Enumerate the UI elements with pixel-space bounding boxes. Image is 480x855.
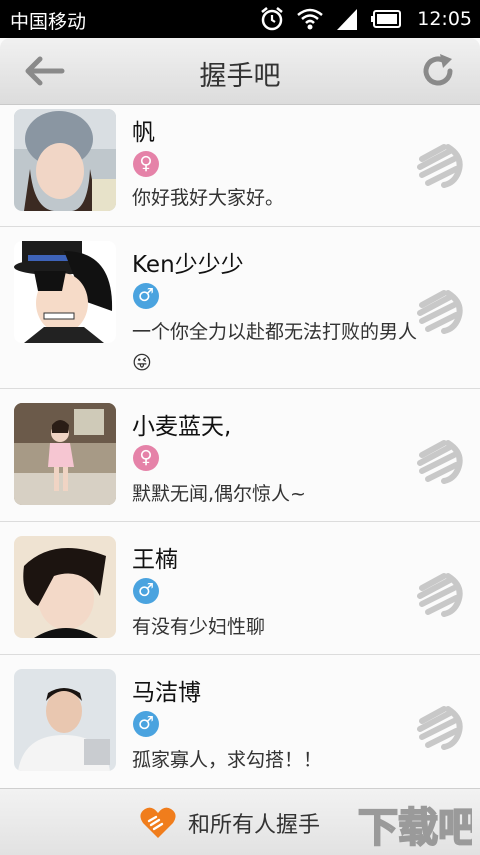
- clock: 12:05: [417, 8, 472, 30]
- alarm-icon: [261, 7, 284, 31]
- user-name: 小麦蓝天,: [132, 414, 232, 440]
- list-item[interactable]: Ken少少少 ♂ 一个你全力以赴都无法打败的男人😜: [0, 227, 480, 389]
- handshake-button[interactable]: [414, 433, 466, 485]
- status-icons: 12:05: [259, 4, 472, 34]
- list-item[interactable]: 马洁博 ♂ 孤家寡人，求勾搭！！: [0, 655, 480, 788]
- female-icon: ♀: [133, 445, 159, 471]
- signal-icon: [337, 9, 358, 30]
- user-name: 帆: [132, 120, 155, 146]
- user-signature: 孤家寡人，求勾搭！！: [132, 749, 323, 771]
- user-signature: 一个你全力以赴都无法打败的男人😜: [132, 321, 418, 374]
- user-signature: 有没有少妇性聊: [132, 616, 266, 638]
- avatar[interactable]: [14, 536, 116, 638]
- handshake-button[interactable]: [414, 566, 466, 618]
- svg-text:下载吧: 下载吧: [358, 805, 472, 851]
- user-name: 马洁博: [132, 680, 201, 706]
- wifi-icon: [297, 8, 324, 30]
- male-icon: ♂: [133, 283, 159, 309]
- handshake-button[interactable]: [414, 283, 466, 335]
- shake-all-label: 和所有人握手: [188, 813, 321, 838]
- avatar[interactable]: [14, 403, 116, 505]
- carrier-label: 中国移动: [10, 11, 87, 33]
- heart-handshake-icon: [140, 807, 176, 838]
- hand-icon: [417, 440, 463, 484]
- user-name: 王楠: [132, 547, 178, 573]
- watermark-logo: 下载吧: [357, 804, 472, 851]
- user-name: Ken少少少: [132, 252, 244, 278]
- title-bar: 握手吧: [0, 38, 480, 105]
- bottom-bar: 和所有人握手 下载吧: [0, 788, 480, 855]
- user-signature: 默默无闻,偶尔惊人~: [132, 483, 306, 505]
- handshake-button[interactable]: [414, 137, 466, 189]
- male-icon: ♂: [133, 578, 159, 604]
- list-item[interactable]: 王楠 ♂ 有没有少妇性聊: [0, 522, 480, 655]
- list-item[interactable]: 小麦蓝天, ♀ 默默无闻,偶尔惊人~: [0, 389, 480, 522]
- male-icon: ♂: [133, 711, 159, 737]
- female-icon: ♀: [133, 151, 159, 177]
- list-item[interactable]: 帆 ♀ 你好我好大家好。: [0, 105, 480, 227]
- battery-icon: [371, 10, 402, 28]
- hand-icon: [417, 290, 463, 334]
- avatar[interactable]: [14, 109, 116, 211]
- shake-all-button[interactable]: 和所有人握手: [140, 803, 320, 843]
- hand-icon: [417, 573, 463, 617]
- hand-icon: [417, 706, 463, 750]
- page-title: 握手吧: [199, 61, 281, 92]
- avatar[interactable]: [14, 241, 116, 343]
- hand-icon: [417, 144, 463, 188]
- refresh-icon: [423, 54, 453, 86]
- avatar[interactable]: [14, 669, 116, 771]
- handshake-button[interactable]: [414, 699, 466, 751]
- status-bar: 中国移动 12:05: [0, 0, 480, 38]
- user-signature: 你好我好大家好。: [132, 187, 285, 209]
- user-list[interactable]: 帆 ♀ 你好我好大家好。 Ken少少少 ♂ 一个你全力以赴都无法打败的男人😜 小…: [0, 105, 480, 788]
- refresh-button[interactable]: [418, 51, 458, 91]
